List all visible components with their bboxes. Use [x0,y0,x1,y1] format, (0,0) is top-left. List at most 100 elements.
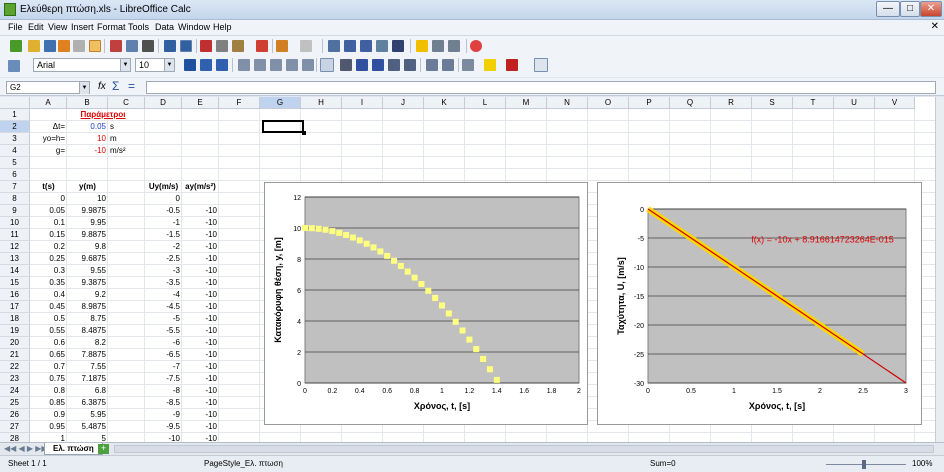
a-cell[interactable]: -10 [184,373,217,385]
cut-icon[interactable] [200,40,212,52]
column-header-q[interactable]: Q [670,97,711,109]
column-header-b[interactable]: B [67,97,108,109]
row-header-1[interactable]: 1 [0,109,30,121]
export-pdf-icon[interactable] [58,40,70,52]
u-cell[interactable]: -9 [147,409,180,421]
column-header-h[interactable]: H [301,97,342,109]
u-cell[interactable]: -2 [147,241,180,253]
t-cell[interactable]: 0.25 [32,253,65,265]
u-cell[interactable]: -1.5 [147,229,180,241]
spreadsheet-grid[interactable]: ABCDEFGHIJKLMNOPQRSTUV 1 2 3 4 5 6 7 8 9 10 11 12 13… [0,97,944,442]
row-header-21[interactable]: 21 [0,349,30,361]
t-cell[interactable]: 0.55 [32,325,65,337]
t-cell[interactable]: 0.5 [32,313,65,325]
formula-input[interactable] [146,81,936,94]
hyperlink-icon[interactable] [328,40,340,52]
y-cell[interactable]: 9.8875 [69,229,106,241]
navigator-icon[interactable] [432,40,444,52]
column-header-m[interactable]: M [506,97,547,109]
zoom-slider[interactable] [826,464,906,465]
u-cell[interactable]: -8.5 [147,397,180,409]
u-cell[interactable]: -4 [147,289,180,301]
column-header-p[interactable]: P [629,97,670,109]
u-cell[interactable]: -5 [147,313,180,325]
gallery-icon[interactable] [448,40,460,52]
u-cell[interactable]: -10 [147,433,180,442]
clone-formatting-icon[interactable] [256,40,268,52]
column-header-o[interactable]: O [588,97,629,109]
u-cell[interactable]: -7 [147,361,180,373]
column-header-s[interactable]: S [752,97,793,109]
column-header-k[interactable]: K [424,97,465,109]
row-header-8[interactable]: 8 [0,193,30,205]
sum-icon[interactable]: Σ [112,79,119,93]
y-cell[interactable]: 9.9875 [69,205,106,217]
print-icon[interactable] [73,40,85,52]
t-cell[interactable]: 0.7 [32,361,65,373]
y-cell[interactable]: 5.95 [69,409,106,421]
y-cell[interactable]: 6.8 [69,385,106,397]
header-a[interactable]: ay(m/s²) [184,181,217,193]
row-header-24[interactable]: 24 [0,385,30,397]
g-label[interactable]: g= [32,145,65,157]
t-cell[interactable]: 0.35 [32,277,65,289]
y-cell[interactable]: 7.55 [69,361,106,373]
t-cell[interactable]: 0.85 [32,397,65,409]
t-cell[interactable]: 0.65 [32,349,65,361]
u-cell[interactable]: -6 [147,337,180,349]
row-header-19[interactable]: 19 [0,325,30,337]
t-cell[interactable]: 0.15 [32,229,65,241]
select-all-corner[interactable] [0,97,30,109]
styles-icon[interactable] [8,60,20,72]
open-icon[interactable] [28,40,40,52]
u-cell[interactable]: 0 [147,193,180,205]
row-header-2[interactable]: 2 [0,121,30,133]
t-cell[interactable]: 0.05 [32,205,65,217]
column-header-c[interactable]: C [108,97,145,109]
align-left-icon[interactable] [238,59,250,71]
u-cell[interactable]: -1 [147,217,180,229]
g-value[interactable]: -10 [69,145,106,157]
row-header-23[interactable]: 23 [0,373,30,385]
underline-icon[interactable] [216,59,228,71]
a-cell[interactable]: -10 [184,325,217,337]
increase-indent-icon[interactable] [442,59,454,71]
autospell-icon[interactable] [180,40,192,52]
a-cell[interactable] [184,193,217,205]
maximize-button[interactable]: □ [900,1,920,17]
a-cell[interactable]: -10 [184,433,217,442]
menu-file[interactable]: File [8,22,23,32]
row-header-18[interactable]: 18 [0,313,30,325]
column-header-n[interactable]: N [547,97,588,109]
add-sheet-icon[interactable]: + [98,444,109,454]
font-color-icon[interactable] [506,59,518,71]
minimize-button[interactable]: — [876,1,900,17]
row-header-15[interactable]: 15 [0,277,30,289]
y-cell[interactable]: 8.2 [69,337,106,349]
y-cell[interactable]: 9.3875 [69,277,106,289]
justify-icon[interactable] [286,59,298,71]
toggle-grid-icon[interactable] [534,58,548,72]
align-center-icon[interactable] [254,59,266,71]
menu-view[interactable]: View [48,22,67,32]
row-header-22[interactable]: 22 [0,361,30,373]
find-icon[interactable] [416,40,428,52]
column-header-j[interactable]: J [383,97,424,109]
params-title[interactable]: Παράμετροι [68,109,138,121]
close-document-icon[interactable]: ✕ [931,21,939,32]
sheet-tab-active[interactable]: Ελ. πτώση [44,443,103,455]
t-cell[interactable]: 0.45 [32,301,65,313]
t-cell[interactable]: 0.2 [32,241,65,253]
currency-icon[interactable] [356,59,368,71]
column-header-d[interactable]: D [145,97,182,109]
y-cell[interactable]: 7.8875 [69,349,106,361]
a-cell[interactable]: -10 [184,205,217,217]
vertical-scrollbar[interactable] [935,97,944,442]
a-cell[interactable]: -10 [184,277,217,289]
a-cell[interactable]: -10 [184,421,217,433]
t-cell[interactable]: 0.6 [32,337,65,349]
g-unit[interactable]: m/s² [110,145,143,157]
sort-ascending-icon[interactable] [344,40,356,52]
percent-icon[interactable] [372,59,384,71]
tab-nav-arrows[interactable]: ◀◀ ◀ ▶ ▶▶ [4,444,48,453]
